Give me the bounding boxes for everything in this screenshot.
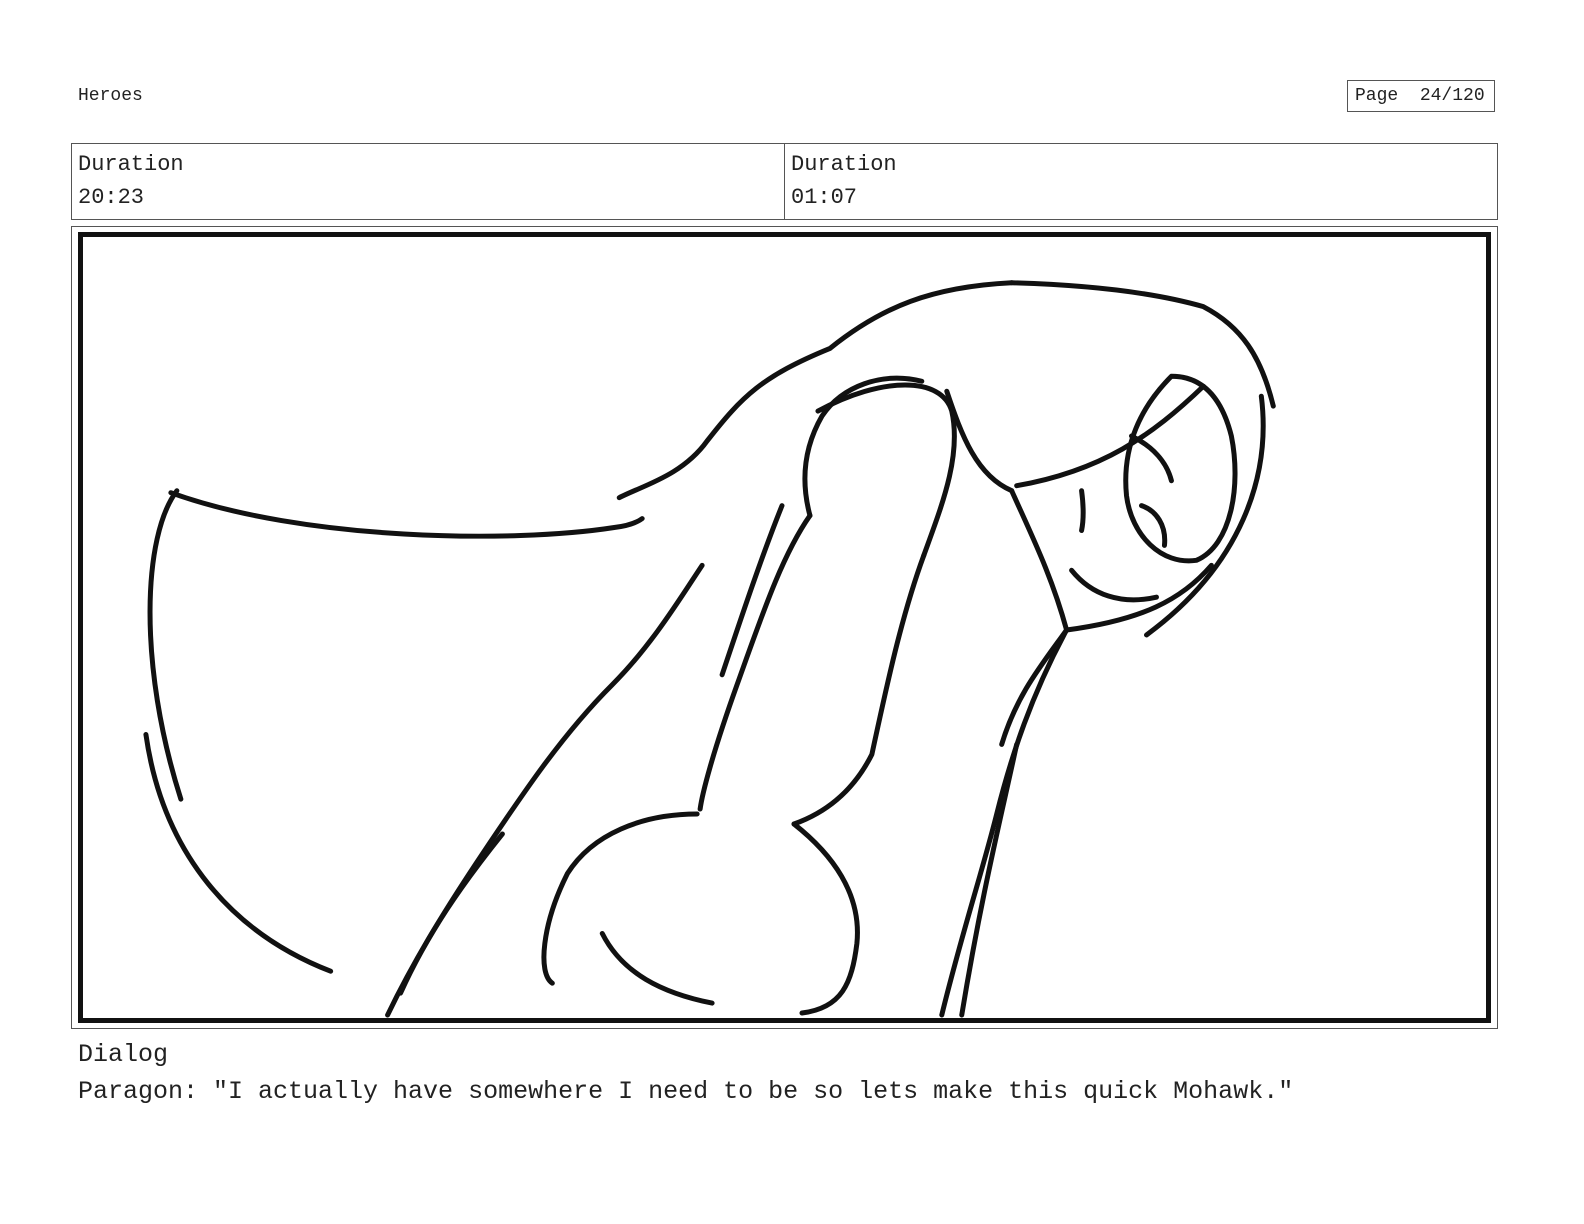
dialog-label: Dialog bbox=[78, 1040, 169, 1069]
page-label: Page bbox=[1355, 86, 1399, 106]
storyboard-panel bbox=[71, 226, 1498, 1029]
page-indicator: Page 24/120 bbox=[1347, 80, 1495, 112]
panel-frame bbox=[78, 232, 1491, 1023]
project-title: Heroes bbox=[78, 86, 143, 106]
duration-label: Duration bbox=[791, 152, 897, 177]
duration-cell-total: Duration 20:23 bbox=[72, 144, 784, 219]
duration-value: 20:23 bbox=[78, 185, 145, 210]
duration-row: Duration 20:23 Duration 01:07 bbox=[71, 143, 1498, 220]
duration-value: 01:07 bbox=[791, 185, 858, 210]
duration-cell-shot: Duration 01:07 bbox=[784, 144, 1497, 219]
panel-sketch bbox=[143, 280, 1276, 1018]
dialog-text: Paragon: "I actually have somewhere I ne… bbox=[78, 1077, 1294, 1106]
page-number: 24/120 bbox=[1419, 86, 1485, 106]
duration-label: Duration bbox=[78, 152, 184, 177]
